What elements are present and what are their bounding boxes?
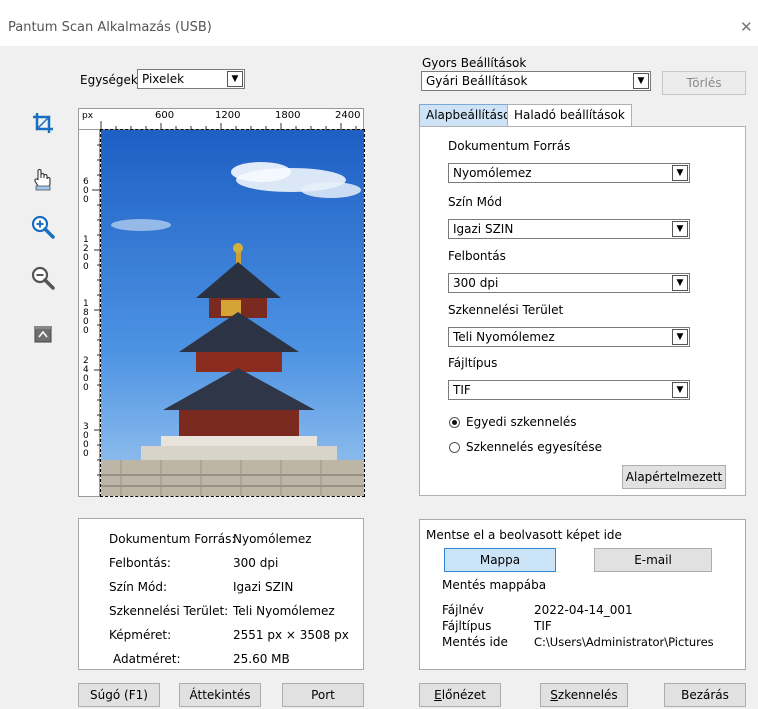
chevron-down-icon: ▼ (672, 165, 688, 181)
save-box: Mentse el a beolvasott képet ide Mappa E… (419, 519, 746, 670)
preview-mnemonic: E (434, 688, 442, 702)
ruler-left-tick: 3000 (83, 422, 89, 459)
summary-value: 25.60 MB (233, 652, 290, 666)
crop-icon[interactable] (30, 110, 56, 136)
scan-button[interactable]: Szkennelés (540, 683, 628, 707)
top-ruler: px 600 1200 1800 2400 (78, 108, 364, 130)
single-scan-radio[interactable] (449, 417, 460, 428)
ruler-top-tick: 600 (155, 110, 175, 121)
hand-pan-icon[interactable] (30, 166, 56, 192)
save-path-value: C:\Users\Administrator\Pictures (534, 635, 714, 649)
summary-key: Adatméret: (113, 652, 181, 666)
delete-icon[interactable] (30, 322, 56, 348)
merge-scan-label: Szkennelés egyesítése (466, 440, 602, 454)
color-mode-label: Szín Mód (448, 195, 502, 209)
quick-settings-label: Gyors Beállítások (422, 56, 527, 70)
save-to-folder-label: Mentés mappába (442, 578, 547, 592)
summary-value: Igazi SZIN (233, 580, 294, 594)
file-type-label: Fájltípus (448, 356, 498, 370)
basic-settings-panel: Dokumentum Forrás Nyomólemez ▼ Szín Mód … (419, 126, 746, 496)
summary-key: Képméret: (109, 628, 172, 642)
summary-value: Teli Nyomólemez (233, 604, 335, 618)
preview-label: lőnézet (441, 688, 486, 702)
chevron-down-icon: ▼ (633, 73, 649, 89)
save-filetype-value: TIF (534, 619, 552, 633)
summary-value: 2551 px × 3508 px (233, 628, 349, 642)
summary-key: Dokumentum Forrás: (109, 532, 236, 546)
scan-mnemonic: S (550, 688, 558, 702)
zoom-in-icon[interactable] (30, 214, 56, 240)
zoom-out-icon[interactable] (30, 265, 56, 291)
color-mode-select[interactable]: Igazi SZIN ▼ (448, 219, 690, 239)
port-button[interactable]: Port (282, 683, 364, 707)
ruler-top-tick: 1800 (275, 110, 301, 121)
resolution-label: Felbontás (448, 249, 506, 263)
ruler-left-ticks (92, 144, 100, 476)
scan-preview-image[interactable] (100, 129, 365, 497)
scan-area-label: Szkennelési Terület (448, 303, 564, 317)
ruler-top-tick: 1200 (215, 110, 241, 121)
quick-settings-value: Gyári Beállítások (426, 74, 528, 88)
summary-value: Nyomólemez (233, 532, 312, 546)
folder-button[interactable]: Mappa (444, 548, 556, 572)
overview-button[interactable]: Áttekintés (179, 683, 261, 707)
resolution-select[interactable]: 300 dpi ▼ (448, 273, 690, 293)
close-icon[interactable]: ✕ (740, 18, 753, 36)
merge-scan-radio[interactable] (449, 442, 460, 453)
summary-key: Szín Mód: (109, 580, 168, 594)
units-select[interactable]: Pixelek ▼ (137, 69, 245, 89)
chevron-down-icon: ▼ (672, 329, 688, 345)
file-type-select[interactable]: TIF ▼ (448, 380, 690, 400)
file-type-value: TIF (453, 383, 471, 397)
save-path-label: Mentés ide (442, 635, 508, 649)
summary-value: 300 dpi (233, 556, 279, 570)
filename-label: Fájlnév (442, 603, 484, 617)
scan-area-select[interactable]: Teli Nyomólemez ▼ (448, 327, 690, 347)
scan-area-value: Teli Nyomólemez (453, 330, 555, 344)
ruler-left-tick: 2400 (83, 356, 89, 393)
tab-advanced-settings[interactable]: Haladó beállítások (507, 104, 632, 126)
units-label: Egységek (80, 73, 138, 87)
filename-value: 2022-04-14_001 (534, 603, 633, 617)
ruler-unit: px (82, 111, 94, 121)
window-title: Pantum Scan Alkalmazás (USB) (8, 20, 212, 35)
chevron-down-icon: ▼ (672, 275, 688, 291)
document-source-select[interactable]: Nyomólemez ▼ (448, 163, 690, 183)
close-button[interactable]: Bezárás (664, 683, 746, 707)
summary-key: Szkennelési Terület: (109, 604, 229, 618)
quick-settings-select[interactable]: Gyári Beállítások ▼ (421, 71, 651, 91)
summary-key: Felbontás: (109, 556, 171, 570)
left-ruler: 600 1200 1800 2400 3000 (78, 129, 100, 497)
default-button[interactable]: Alapértelmezett (622, 465, 726, 489)
document-source-label: Dokumentum Forrás (448, 139, 571, 153)
ruler-left-tick: 1200 (83, 235, 89, 272)
email-button[interactable]: E-mail (594, 548, 712, 572)
ruler-left-tick: 600 (83, 177, 89, 205)
help-button[interactable]: Súgó (F1) (78, 683, 160, 707)
chevron-down-icon: ▼ (672, 221, 688, 237)
preview-button[interactable]: Előnézet (419, 683, 501, 707)
save-heading: Mentse el a beolvasott képet ide (426, 528, 622, 542)
resolution-value: 300 dpi (453, 276, 499, 290)
single-scan-label: Egyedi szkennelés (466, 415, 577, 429)
scan-label: zkennelés (557, 688, 618, 702)
summary-box: Dokumentum Forrás: Nyomólemez Felbontás:… (78, 518, 364, 670)
chevron-down-icon: ▼ (672, 382, 688, 398)
title-bar: Pantum Scan Alkalmazás (USB) ✕ (0, 0, 758, 46)
chevron-down-icon: ▼ (227, 71, 243, 87)
delete-button[interactable]: Törlés (662, 71, 746, 95)
color-mode-value: Igazi SZIN (453, 222, 514, 236)
document-source-value: Nyomólemez (453, 166, 532, 180)
ruler-top-tick: 2400 (335, 110, 361, 121)
save-filetype-label: Fájltípus (442, 619, 492, 633)
units-select-value: Pixelek (142, 72, 185, 86)
ruler-left-tick: 1800 (83, 299, 89, 336)
